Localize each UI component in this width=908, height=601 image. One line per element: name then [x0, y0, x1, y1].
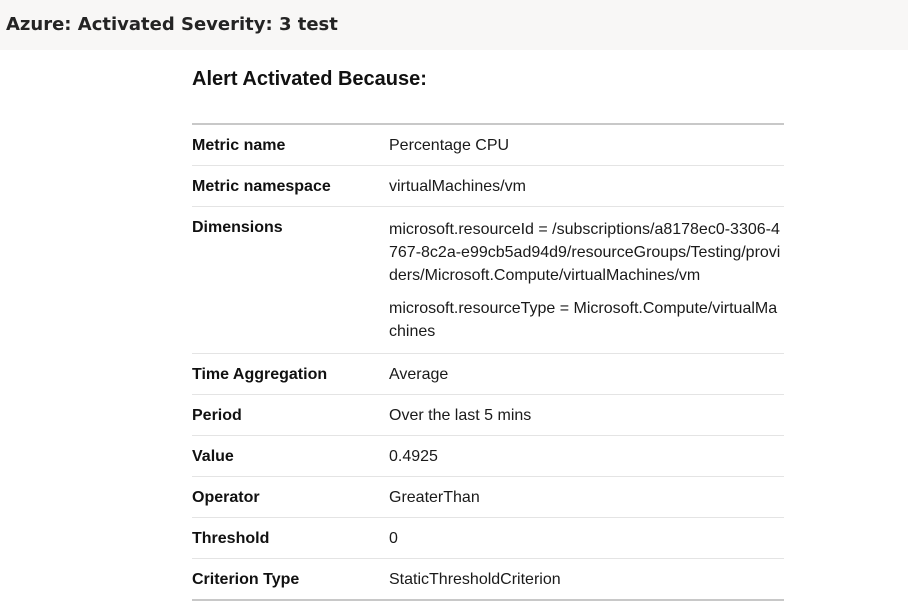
- row-label: Criterion Type: [192, 571, 300, 588]
- alert-details-table: Metric name Percentage CPU Metric namesp…: [192, 123, 784, 601]
- row-label: Value: [192, 435, 389, 477]
- table-row: Threshold 0: [192, 517, 784, 559]
- row-value: 0.4925: [389, 435, 784, 477]
- row-label: Operator: [192, 476, 389, 518]
- table-row: Metric name Percentage CPU: [192, 124, 784, 166]
- row-label: Threshold: [192, 517, 389, 559]
- row-value: 0: [389, 517, 784, 559]
- table-row: Period Over the last 5 mins: [192, 394, 784, 436]
- email-header: Azure: Activated Severity: 3 test: [0, 0, 908, 50]
- row-label: Metric name: [192, 124, 389, 166]
- row-value-dimensions: microsoft.resourceId = /subscriptions/a8…: [389, 206, 784, 354]
- table-row: Value 0.4925: [192, 435, 784, 477]
- table-row: Metric namespace virtualMachines/vm: [192, 165, 784, 207]
- email-subject: Azure: Activated Severity: 3 test: [6, 14, 338, 35]
- email-body: Alert Activated Because: Metric name Per…: [192, 50, 784, 601]
- table-row: Time Aggregation Average: [192, 353, 784, 395]
- row-label: Metric namespace: [192, 165, 389, 207]
- row-value: StaticThresholdCriterion: [389, 571, 561, 588]
- row-value: Average: [389, 353, 784, 395]
- row-label: Time Aggregation: [192, 353, 389, 395]
- row-label: Period: [192, 394, 389, 436]
- table-row: Operator GreaterThan: [192, 476, 784, 518]
- dimension-resource-type: microsoft.resourceType = Microsoft.Compu…: [389, 300, 778, 340]
- row-value: Percentage CPU: [389, 124, 784, 166]
- row-label: Dimensions: [192, 206, 389, 354]
- dimension-resource-id: microsoft.resourceId = /subscriptions/a8…: [389, 221, 781, 284]
- table-row: Dimensions microsoft.resourceId = /subsc…: [192, 206, 784, 354]
- row-value: GreaterThan: [389, 476, 784, 518]
- row-value: Over the last 5 mins: [389, 394, 784, 436]
- alert-title: Alert Activated Because:: [192, 68, 427, 90]
- table-row: Criterion Type StaticThresholdCriterion: [192, 559, 784, 601]
- row-value: virtualMachines/vm: [389, 165, 784, 207]
